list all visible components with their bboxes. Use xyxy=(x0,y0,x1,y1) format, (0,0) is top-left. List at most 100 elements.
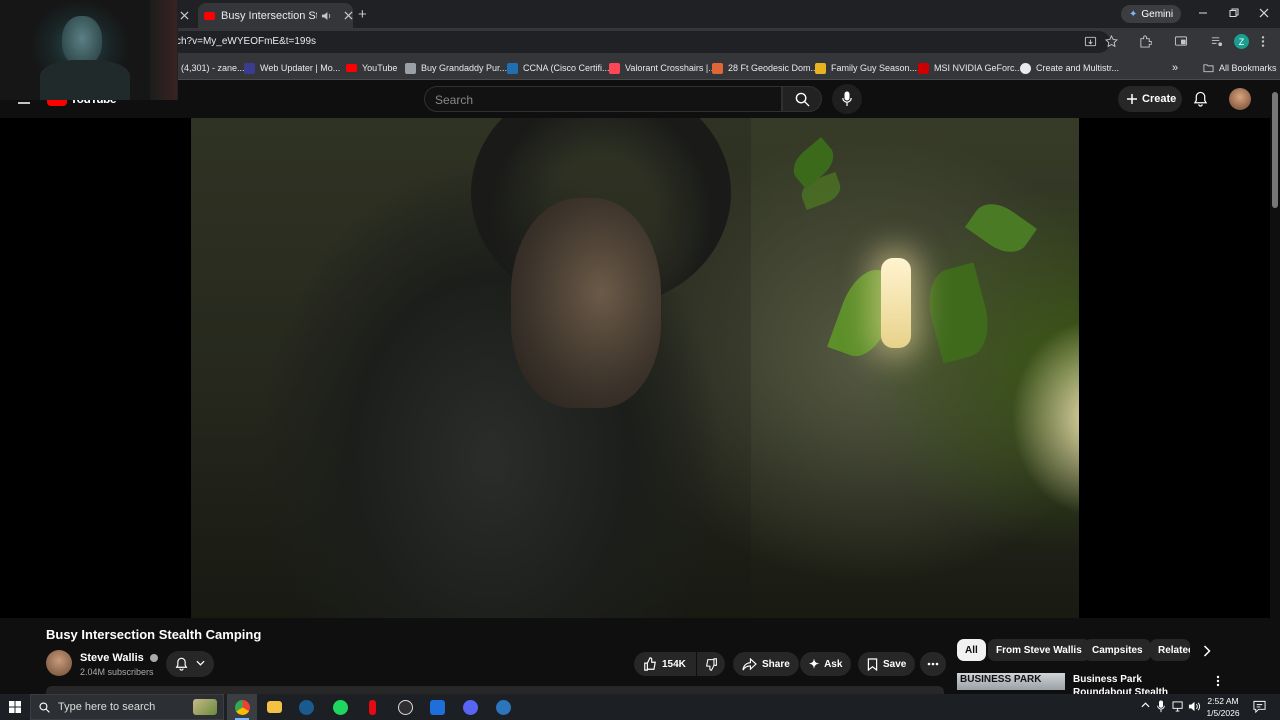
notification-center-icon[interactable] xyxy=(1253,700,1266,713)
chip-campsites[interactable]: Campsites xyxy=(1084,639,1151,661)
search-icon xyxy=(39,701,50,713)
bookmark-item[interactable]: Web Updater | Mo... xyxy=(244,60,340,76)
video-frame[interactable] xyxy=(191,118,1079,618)
bookmark-item[interactable]: YouTube xyxy=(346,60,397,76)
cast-sidepanel-icon[interactable] xyxy=(1174,35,1188,48)
channel-avatar[interactable] xyxy=(46,650,72,676)
tab-audio-icon[interactable] xyxy=(321,11,332,21)
leaf-shape xyxy=(920,262,997,364)
restore-button[interactable] xyxy=(1229,8,1239,18)
chip-from-channel[interactable]: From Steve Wallis xyxy=(988,639,1090,661)
chevron-down-icon xyxy=(196,660,205,666)
bookmark-label: Buy Grandaddy Pur... xyxy=(421,63,508,73)
bookmark-item[interactable]: 28 Ft Geodesic Dom... xyxy=(712,60,818,76)
account-avatar[interactable] xyxy=(1229,88,1251,110)
bookmark-icon xyxy=(867,657,878,671)
chip-all[interactable]: All xyxy=(957,639,986,661)
video-player[interactable] xyxy=(0,118,1270,618)
taskbar-steam-2[interactable] xyxy=(488,694,518,720)
bookmark-star-icon[interactable] xyxy=(1105,35,1118,48)
address-bar[interactable]: ch?v=My_eWYEOFmE&t=199s xyxy=(170,31,1110,53)
voice-search-button[interactable] xyxy=(832,84,862,114)
tab-close-icon[interactable] xyxy=(344,11,353,20)
network-tray-icon[interactable] xyxy=(1172,701,1185,712)
taskbar-search-box[interactable]: Type here to search xyxy=(30,694,224,720)
profile-avatar[interactable]: Z xyxy=(1234,34,1249,49)
taskbar-steam[interactable] xyxy=(291,694,321,720)
create-label: Create xyxy=(1142,93,1177,105)
streamer-body xyxy=(40,60,130,100)
taskbar-app-blue[interactable] xyxy=(422,694,452,720)
microphone-tray-icon[interactable] xyxy=(1157,700,1165,713)
taskbar-obs[interactable] xyxy=(390,694,420,720)
subscription-notifications-button[interactable] xyxy=(166,651,214,677)
sparkle-icon: ✦ xyxy=(809,657,820,671)
dislike-button[interactable] xyxy=(697,652,725,676)
browser-tab-strip: Busy Intersection Stealth Ca + ✦ Gemini xyxy=(0,0,1280,28)
youtube-header: YouTube Search Create xyxy=(0,80,1280,118)
bookmark-item[interactable]: Buy Grandaddy Pur... xyxy=(405,60,507,76)
notifications-bell-icon[interactable] xyxy=(1193,91,1208,107)
taskbar-file-explorer[interactable] xyxy=(259,694,289,720)
windows-taskbar: Type here to search 2:52 AM 1/5/2026 xyxy=(0,694,1280,720)
windows-start-icon[interactable] xyxy=(9,701,21,713)
channel-name-text: Steve Wallis xyxy=(80,652,144,664)
taskbar-netflix[interactable] xyxy=(357,694,387,720)
chip-related[interactable]: Relatec xyxy=(1150,639,1190,661)
bookmarks-overflow-button[interactable]: » xyxy=(1172,60,1178,76)
chevron-right-icon[interactable] xyxy=(1203,645,1211,657)
browser-menu-icon[interactable] xyxy=(1261,35,1265,48)
taskbar-discord[interactable] xyxy=(455,694,485,720)
new-tab-button[interactable]: + xyxy=(358,6,367,23)
gemini-button[interactable]: ✦ Gemini xyxy=(1121,5,1182,23)
taskbar-search-placeholder: Type here to search xyxy=(58,701,156,713)
save-button[interactable]: Save xyxy=(858,652,916,676)
bookmark-item[interactable]: Valorant Crosshairs |... xyxy=(609,60,716,76)
search-button[interactable] xyxy=(782,86,822,112)
share-label: Share xyxy=(762,658,790,670)
browser-toolbar: ch?v=My_eWYEOFmE&t=199s Z xyxy=(0,28,1280,56)
bookmark-label: (4,301) - zane... xyxy=(181,63,245,73)
bookmark-item[interactable]: MSI NVIDIA GeForc... xyxy=(918,60,1022,76)
tray-overflow-chevron-icon[interactable] xyxy=(1141,702,1150,708)
search-input[interactable]: Search xyxy=(424,86,782,112)
bell-icon xyxy=(175,657,188,671)
search-icon xyxy=(795,92,810,107)
all-bookmarks-button[interactable]: All Bookmarks xyxy=(1203,60,1277,76)
bookmark-item[interactable]: Family Guy Season... xyxy=(815,60,917,76)
bookmark-item[interactable]: CCNA (Cisco Certifi... xyxy=(507,60,610,76)
recommendation-thumbnail[interactable]: BUSINESS PARK xyxy=(957,673,1065,690)
plus-icon xyxy=(1126,93,1138,105)
taskbar-clock[interactable]: 2:52 AM 1/5/2026 xyxy=(1200,695,1246,719)
more-actions-button[interactable] xyxy=(920,652,946,676)
create-button[interactable]: Create xyxy=(1118,86,1182,112)
clock-date: 1/5/2026 xyxy=(1206,708,1240,718)
ask-button[interactable]: ✦ Ask xyxy=(800,652,852,676)
like-button[interactable]: 154K xyxy=(634,652,696,676)
bookmark-item[interactable]: Create and Multistr... xyxy=(1020,60,1119,76)
scrollbar-thumb[interactable] xyxy=(1272,92,1278,208)
steam-icon xyxy=(495,699,511,715)
verified-badge-icon xyxy=(149,654,158,663)
taskbar-chrome[interactable] xyxy=(227,694,257,720)
save-label: Save xyxy=(883,658,907,670)
recommendation-menu-icon[interactable] xyxy=(1216,675,1220,687)
share-button[interactable]: Share xyxy=(733,652,799,676)
app-icon xyxy=(429,699,445,715)
tab-active[interactable]: Busy Intersection Stealth Ca xyxy=(198,3,353,28)
video-title: Busy Intersection Stealth Camping xyxy=(46,627,262,642)
bookmark-favicon-icon xyxy=(244,62,255,74)
minimize-button[interactable] xyxy=(1198,6,1208,18)
extensions-icon[interactable] xyxy=(1139,35,1152,48)
search-highlight-icon xyxy=(193,699,217,715)
close-window-button[interactable] xyxy=(1259,8,1269,18)
media-controls-icon[interactable] xyxy=(1210,35,1223,48)
discord-icon xyxy=(462,699,478,715)
description-box[interactable] xyxy=(46,686,944,694)
taskbar-spotify[interactable] xyxy=(325,694,355,720)
bookmark-favicon-icon xyxy=(712,62,723,74)
gemini-sparkle-icon: ✦ xyxy=(1129,8,1138,20)
channel-name[interactable]: Steve Wallis xyxy=(80,652,158,664)
youtube-favicon-icon xyxy=(346,64,357,72)
install-app-icon[interactable] xyxy=(1084,35,1097,48)
